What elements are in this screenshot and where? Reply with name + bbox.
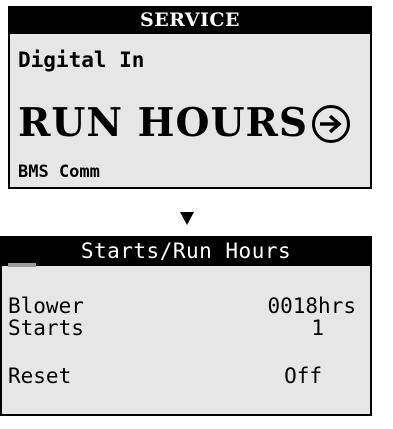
reset-label: Reset xyxy=(8,364,72,388)
menu-item-digital-in[interactable]: Digital In xyxy=(18,48,144,72)
reset-value[interactable]: Off xyxy=(284,364,322,388)
screen-title: SERVICE xyxy=(10,8,370,34)
blower-label: Blower xyxy=(8,294,84,318)
arrow-right-circle-icon[interactable] xyxy=(312,105,350,143)
starts-value: 1 xyxy=(311,316,324,340)
menu-item-bms-comm[interactable]: BMS Comm xyxy=(18,162,100,182)
run-hours-screen: Starts/Run Hours Blower 0018hrs Starts 1… xyxy=(0,236,372,416)
triangle-down-icon xyxy=(180,212,194,225)
service-menu-screen: SERVICE Digital In RUN HOURS BMS Comm xyxy=(8,6,372,189)
blower-hours-value: 0018hrs xyxy=(267,294,356,318)
menu-item-run-hours[interactable]: RUN HOURS xyxy=(18,100,308,146)
screen-title: Starts/Run Hours xyxy=(2,238,370,266)
cursor-indicator xyxy=(8,263,36,267)
starts-label: Starts xyxy=(8,316,84,340)
